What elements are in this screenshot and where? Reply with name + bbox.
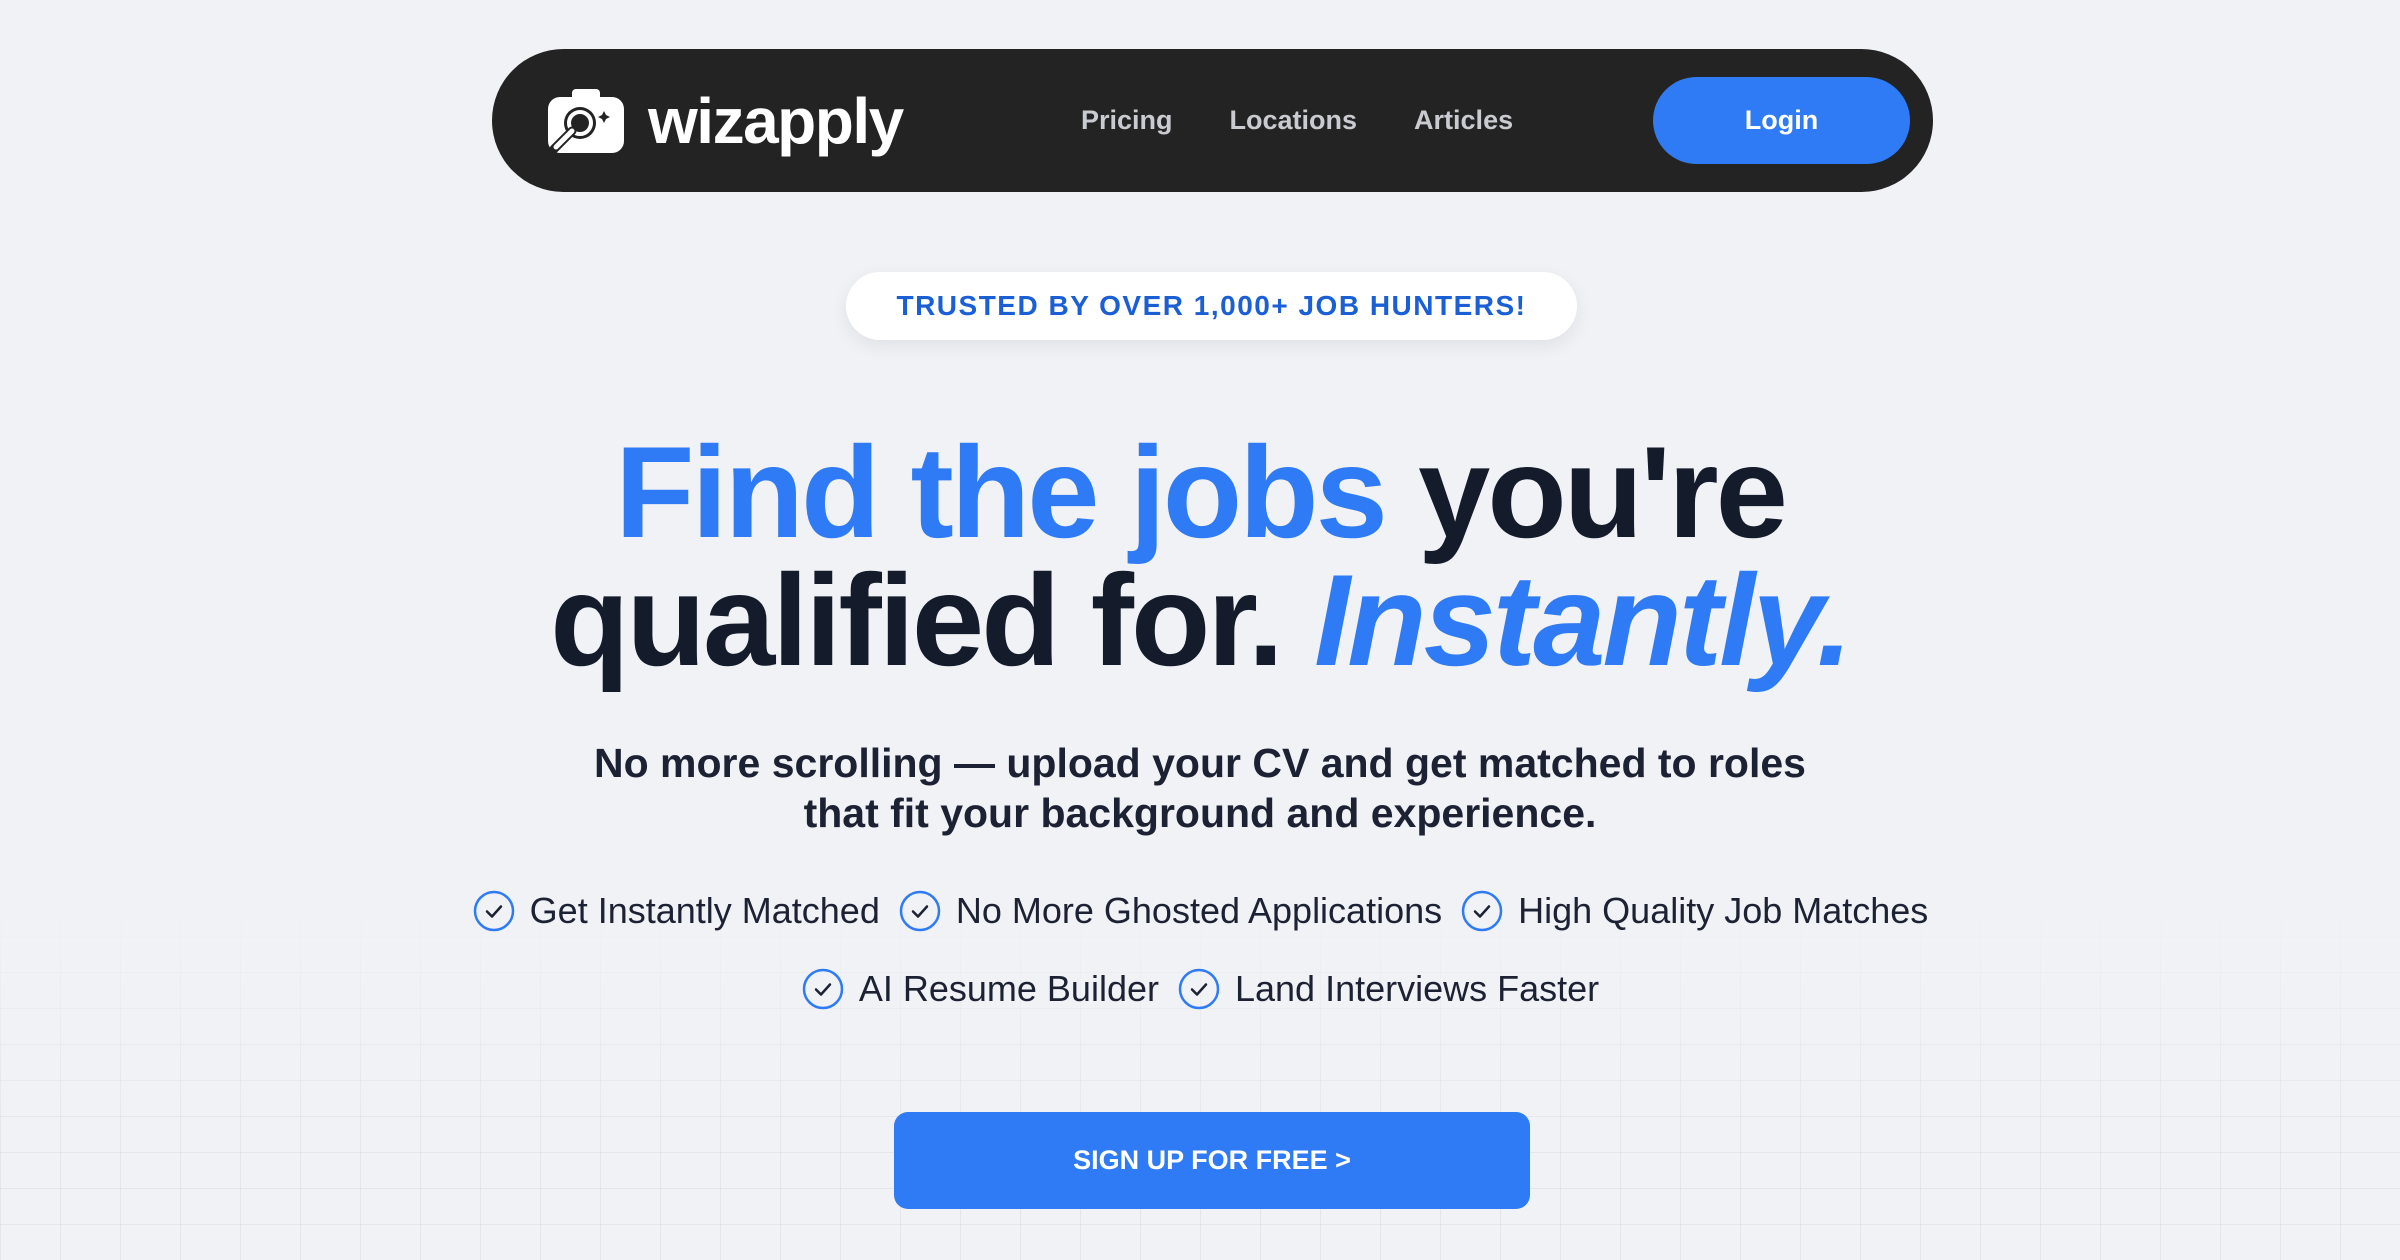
hero-subtitle: No more scrolling — upload your CV and g… — [500, 738, 1900, 838]
feature-label: No More Ghosted Applications — [955, 890, 1443, 931]
nav-links: Pricing Locations Articles — [1081, 49, 1570, 192]
feature-list: Get Instantly Matched No More Ghosted Ap… — [400, 890, 2000, 1010]
feature-item: Get Instantly Matched — [472, 890, 880, 932]
subtitle-line-2: that fit your background and experience. — [803, 790, 1597, 836]
feature-item: High Quality Job Matches — [1460, 890, 1928, 932]
headline-text-line2: qualified for. — [550, 547, 1284, 693]
brand-logo-link[interactable]: wizapply — [544, 85, 904, 157]
navbar: wizapply Pricing Locations Articles Logi… — [492, 49, 1933, 192]
feature-item: No More Ghosted Applications — [898, 890, 1442, 932]
headline-instantly: Instantly. — [1314, 547, 1853, 693]
nav-link-articles[interactable]: Articles — [1414, 105, 1513, 136]
feature-label: High Quality Job Matches — [1518, 890, 1929, 931]
hero-headline: Find the jobs you're qualified for. Inst… — [300, 427, 2100, 685]
feature-item: Land Interviews Faster — [1177, 968, 1599, 1010]
signup-cta-button[interactable]: SIGN UP FOR FREE > — [894, 1112, 1530, 1209]
nav-link-pricing[interactable]: Pricing — [1081, 105, 1173, 136]
trust-badge: TRUSTED BY OVER 1,000+ JOB HUNTERS! — [846, 272, 1577, 340]
subtitle-line-1: No more scrolling — upload your CV and g… — [594, 740, 1806, 786]
camera-magnifier-icon — [548, 89, 624, 154]
check-circle-icon — [1461, 890, 1503, 932]
landing-page: wizapply Pricing Locations Articles Logi… — [0, 0, 2400, 1260]
feature-label: AI Resume Builder — [858, 968, 1159, 1009]
headline-highlight: Find the jobs — [615, 419, 1388, 565]
check-circle-icon — [473, 890, 514, 932]
check-circle-icon — [1178, 968, 1220, 1010]
login-button[interactable]: Login — [1653, 77, 1910, 164]
check-circle-icon — [802, 968, 844, 1010]
feature-label: Get Instantly Matched — [529, 890, 880, 931]
headline-text: you're — [1418, 419, 1788, 565]
check-circle-icon — [899, 890, 941, 932]
brand-name: wizapply — [648, 85, 904, 157]
feature-label: Land Interviews Faster — [1234, 968, 1600, 1009]
nav-link-locations[interactable]: Locations — [1230, 105, 1358, 136]
feature-item: AI Resume Builder — [801, 968, 1159, 1010]
